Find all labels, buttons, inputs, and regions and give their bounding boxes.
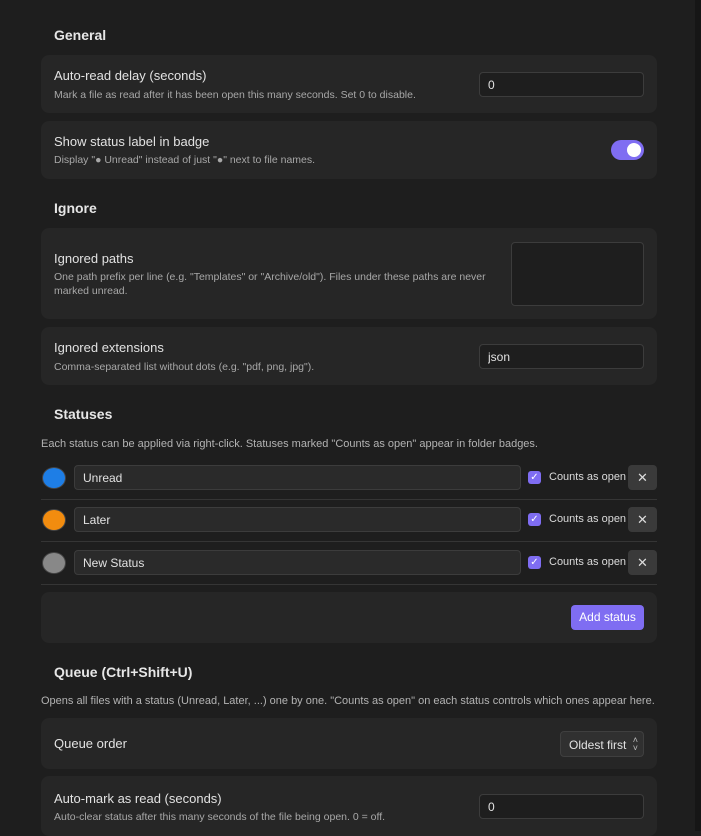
close-icon: ✕	[637, 512, 648, 527]
setting-ignored-extensions: Ignored extensions Comma-separated list …	[41, 327, 657, 385]
counts-as-open-checkbox[interactable]: ✓	[528, 471, 541, 484]
remove-status-button[interactable]: ✕	[628, 465, 657, 490]
status-label-toggle[interactable]	[611, 140, 644, 160]
close-icon: ✕	[637, 470, 648, 485]
setting-name: Ignored extensions	[54, 340, 164, 355]
queue-description: Opens all files with a status (Unread, L…	[41, 695, 655, 707]
setting-description-line2: marked unread.	[54, 285, 128, 297]
counts-as-open-label: Counts as open	[549, 556, 627, 568]
divider	[41, 584, 657, 585]
setting-ignored-paths: Ignored paths One path prefix per line (…	[41, 228, 657, 319]
setting-name: Auto-read delay (seconds)	[54, 68, 207, 83]
ignored-paths-textarea[interactable]	[511, 242, 644, 306]
section-title-general: General	[54, 27, 107, 43]
counts-as-open-checkbox[interactable]: ✓	[528, 513, 541, 526]
setting-description: Comma-separated list without dots (e.g. …	[54, 361, 315, 373]
add-status-button[interactable]: Add status	[571, 605, 644, 630]
scrollbar-track[interactable]	[695, 0, 701, 831]
section-title-queue: Queue (Ctrl+Shift+U)	[54, 664, 193, 680]
toggle-knob	[627, 143, 641, 157]
setting-name: Show status label in badge	[54, 134, 210, 149]
counts-as-open-checkbox[interactable]: ✓	[528, 556, 541, 569]
dropdown-value: Oldest first	[569, 738, 627, 752]
setting-description: Display "● Unread" instead of just "●" n…	[54, 154, 316, 166]
remove-status-button[interactable]: ✕	[628, 550, 657, 575]
setting-auto-read-delay: Auto-read delay (seconds) Mark a file as…	[41, 55, 657, 113]
setting-show-status-label: Show status label in badge Display "● Un…	[41, 121, 657, 179]
section-title-ignore: Ignore	[54, 200, 97, 216]
status-color-swatch[interactable]	[42, 509, 66, 531]
remove-status-button[interactable]: ✕	[628, 507, 657, 532]
status-row-later: ✓ Counts as open ✕	[41, 500, 657, 542]
statuses-description: Each status can be applied via right-cli…	[41, 438, 538, 450]
add-status-card: Add status	[41, 592, 657, 643]
queue-order-dropdown[interactable]: Oldest first ˄ ˅	[560, 731, 644, 757]
setting-queue-order: Queue order Oldest first ˄ ˅	[41, 718, 657, 769]
setting-name: Queue order	[54, 736, 127, 751]
status-name-input[interactable]	[74, 465, 521, 490]
status-color-swatch[interactable]	[42, 467, 66, 489]
chevron-updown-icon: ˄ ˅	[632, 735, 638, 753]
setting-description: Mark a file as read after it has been op…	[54, 89, 416, 101]
status-color-swatch[interactable]	[42, 552, 66, 574]
auto-read-delay-input[interactable]	[479, 72, 644, 97]
ignored-extensions-input[interactable]	[479, 344, 644, 369]
counts-as-open-label: Counts as open	[549, 513, 627, 525]
divider	[41, 541, 657, 542]
setting-description-line1: One path prefix per line (e.g. "Template…	[54, 271, 486, 283]
status-row-new-status: ✓ Counts as open ✕	[41, 543, 657, 585]
setting-auto-mark-read: Auto-mark as read (seconds) Auto-clear s…	[41, 776, 657, 836]
setting-name: Auto-mark as read (seconds)	[54, 791, 222, 806]
section-title-statuses: Statuses	[54, 406, 113, 422]
status-row-unread: ✓ Counts as open ✕	[41, 458, 657, 500]
auto-mark-read-input[interactable]	[479, 794, 644, 819]
setting-name: Ignored paths	[54, 251, 134, 266]
close-icon: ✕	[637, 555, 648, 570]
status-name-input[interactable]	[74, 507, 521, 532]
setting-description: Auto-clear status after this many second…	[54, 811, 386, 823]
counts-as-open-label: Counts as open	[549, 471, 627, 483]
status-name-input[interactable]	[74, 550, 521, 575]
